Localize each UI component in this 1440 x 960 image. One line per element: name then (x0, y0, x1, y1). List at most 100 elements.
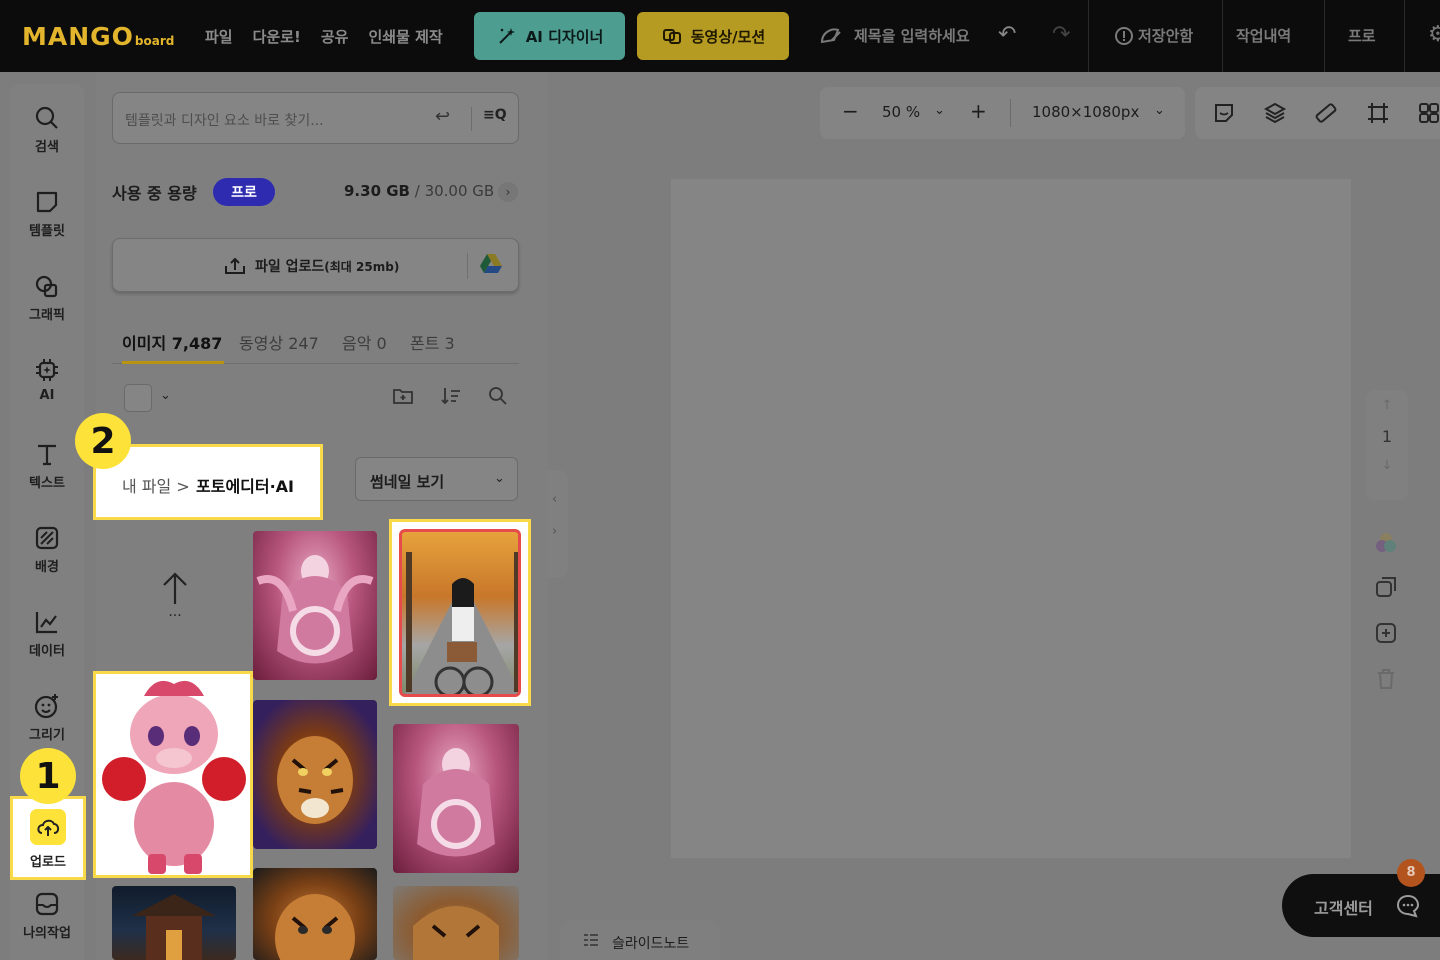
arrow-up-icon[interactable]: ↑ (1366, 398, 1408, 413)
template-icon (36, 191, 58, 213)
zoom-level[interactable]: 50 % (882, 103, 920, 121)
sort-icon[interactable] (440, 386, 462, 406)
color-icon[interactable] (1373, 530, 1399, 560)
tab-videos[interactable]: 동영상 247 (239, 330, 319, 354)
rail-background[interactable]: 배경 (10, 524, 84, 575)
divider (1222, 0, 1223, 72)
chevron-down-icon: ⌄ (494, 471, 505, 486)
temple-image (132, 894, 216, 960)
redo-icon[interactable]: ↷ (1052, 22, 1070, 47)
rail-upload[interactable]: 업로드 (10, 796, 86, 880)
file-upload-button[interactable]: 파일 업로드(최대 25mb) (112, 238, 519, 292)
image-thumbnail[interactable] (253, 531, 377, 680)
image-thumbnail[interactable] (393, 724, 519, 873)
parent-folder[interactable]: ... (148, 570, 202, 620)
image-thumbnail-selected[interactable] (389, 519, 531, 706)
divider (1404, 0, 1405, 72)
tab-fonts[interactable]: 폰트 3 (410, 330, 455, 354)
rail-my-work[interactable]: 나의작업 (10, 890, 84, 941)
sticker-icon[interactable] (1212, 101, 1236, 125)
chevron-right-icon: › (552, 524, 558, 539)
save-status[interactable]: 저장안함 (1114, 25, 1193, 46)
arrow-down-icon[interactable]: ↓ (1366, 458, 1408, 473)
image-thumbnail-highlighted[interactable] (93, 671, 253, 878)
zoom-in-icon[interactable]: + (970, 99, 987, 123)
search-icon[interactable] (488, 386, 508, 406)
rail-graphic[interactable]: 그래픽 (10, 272, 84, 323)
rail-template[interactable]: 템플릿 (10, 188, 84, 239)
duplicate-icon[interactable] (1373, 574, 1399, 604)
tab-images[interactable]: 이미지 7,487 (122, 330, 222, 354)
rail-ai[interactable]: AI (10, 356, 84, 403)
grid-icon[interactable] (1417, 101, 1440, 125)
smiley-icon (34, 694, 58, 719)
slide-note-toggle[interactable]: 슬라이드노트 (560, 920, 720, 960)
history-button[interactable]: 작업내역 (1236, 25, 1291, 46)
canvas-size[interactable]: 1080×1080px (1032, 103, 1139, 121)
tiger-image (277, 736, 353, 824)
frame-icon[interactable] (1366, 101, 1390, 125)
pro-button[interactable]: 프로 (1348, 25, 1376, 46)
rail-data[interactable]: 데이터 (10, 608, 84, 659)
chevron-down-icon[interactable]: ⌄ (1154, 103, 1165, 118)
layers-icon[interactable] (1263, 101, 1287, 125)
divider (467, 253, 468, 279)
zoom-out-icon[interactable]: − (842, 99, 859, 123)
chevron-down-icon[interactable]: ⌄ (934, 103, 945, 118)
rail-draw[interactable]: 그리기 (10, 692, 84, 743)
add-page-icon[interactable] (1373, 620, 1399, 650)
design-canvas[interactable] (671, 179, 1351, 858)
pink-dragon-image (256, 555, 374, 664)
view-mode-select[interactable]: 썸네일 보기 ⌄ (355, 457, 518, 501)
breadcrumb: 내 파일 > 포토에디터·AI (93, 444, 323, 520)
step-badge-1: 1 (20, 748, 76, 804)
title-input[interactable]: 제목을 입력하세요 (818, 24, 970, 46)
menu-download[interactable]: 다운로! (253, 26, 301, 47)
ai-chip-icon (36, 359, 58, 381)
page-number: 1 (1381, 427, 1393, 446)
motion-icon (662, 29, 681, 44)
divider (1324, 0, 1325, 72)
new-folder-icon[interactable] (392, 386, 414, 406)
text-icon (38, 444, 56, 466)
tiger-image (275, 894, 355, 960)
tab-indicator (122, 361, 224, 364)
chat-icon (1396, 894, 1420, 918)
ai-designer-button[interactable]: AI 디자이너 (474, 12, 625, 60)
image-thumbnail[interactable] (253, 868, 377, 960)
page-navigator: ↑ 1 ↓ (1366, 390, 1408, 500)
upload-cloud-icon (30, 809, 66, 845)
gear-icon[interactable]: ⚙ (1428, 22, 1440, 47)
pro-badge[interactable]: 프로 (213, 178, 275, 206)
trash-icon[interactable] (1373, 666, 1399, 696)
menu-file[interactable]: 파일 (205, 26, 233, 47)
image-thumbnail[interactable] (393, 886, 519, 960)
filter-search-icon[interactable]: ≡Q (483, 107, 507, 123)
image-thumbnail[interactable] (112, 886, 236, 960)
rail-search[interactable]: 검색 (10, 104, 84, 155)
undo-icon[interactable]: ↶ (998, 22, 1016, 47)
google-drive-icon[interactable] (479, 253, 503, 275)
menu-share[interactable]: 공유 (321, 26, 349, 47)
chevron-right-icon[interactable]: › (498, 182, 518, 202)
search-input[interactable]: 템플릿과 디자인 요소 바로 찾기... ↩ ≡Q (112, 92, 519, 144)
rail-text[interactable]: 텍스트 (10, 440, 84, 491)
divider (1088, 0, 1089, 72)
video-motion-button[interactable]: 동영상/모션 (637, 12, 789, 60)
pink-unicorn-boxer-image (102, 680, 246, 874)
return-icon[interactable]: ↩ (435, 106, 450, 127)
ruler-icon[interactable] (1314, 101, 1338, 125)
media-tabs: 이미지 7,487 동영상 247 음악 0 폰트 3 (112, 326, 519, 364)
chevron-down-icon[interactable]: ⌄ (160, 388, 171, 403)
breadcrumb-root[interactable]: 내 파일 > (122, 473, 190, 497)
arrow-up-icon (163, 572, 187, 604)
menu-print[interactable]: 인쇄물 제작 (368, 26, 442, 47)
panel-collapse-handle[interactable]: ‹ › (546, 470, 568, 578)
top-nav: 파일 다운로! 공유 인쇄물 제작 (205, 26, 443, 47)
pink-dragon-image (417, 748, 495, 857)
image-thumbnail[interactable] (253, 700, 377, 849)
mango-logo[interactable]: MANGOboard (22, 22, 174, 51)
breadcrumb-current: 포토에디터·AI (196, 477, 295, 496)
select-all-checkbox[interactable] (124, 384, 152, 412)
tab-music[interactable]: 음악 0 (342, 330, 387, 354)
